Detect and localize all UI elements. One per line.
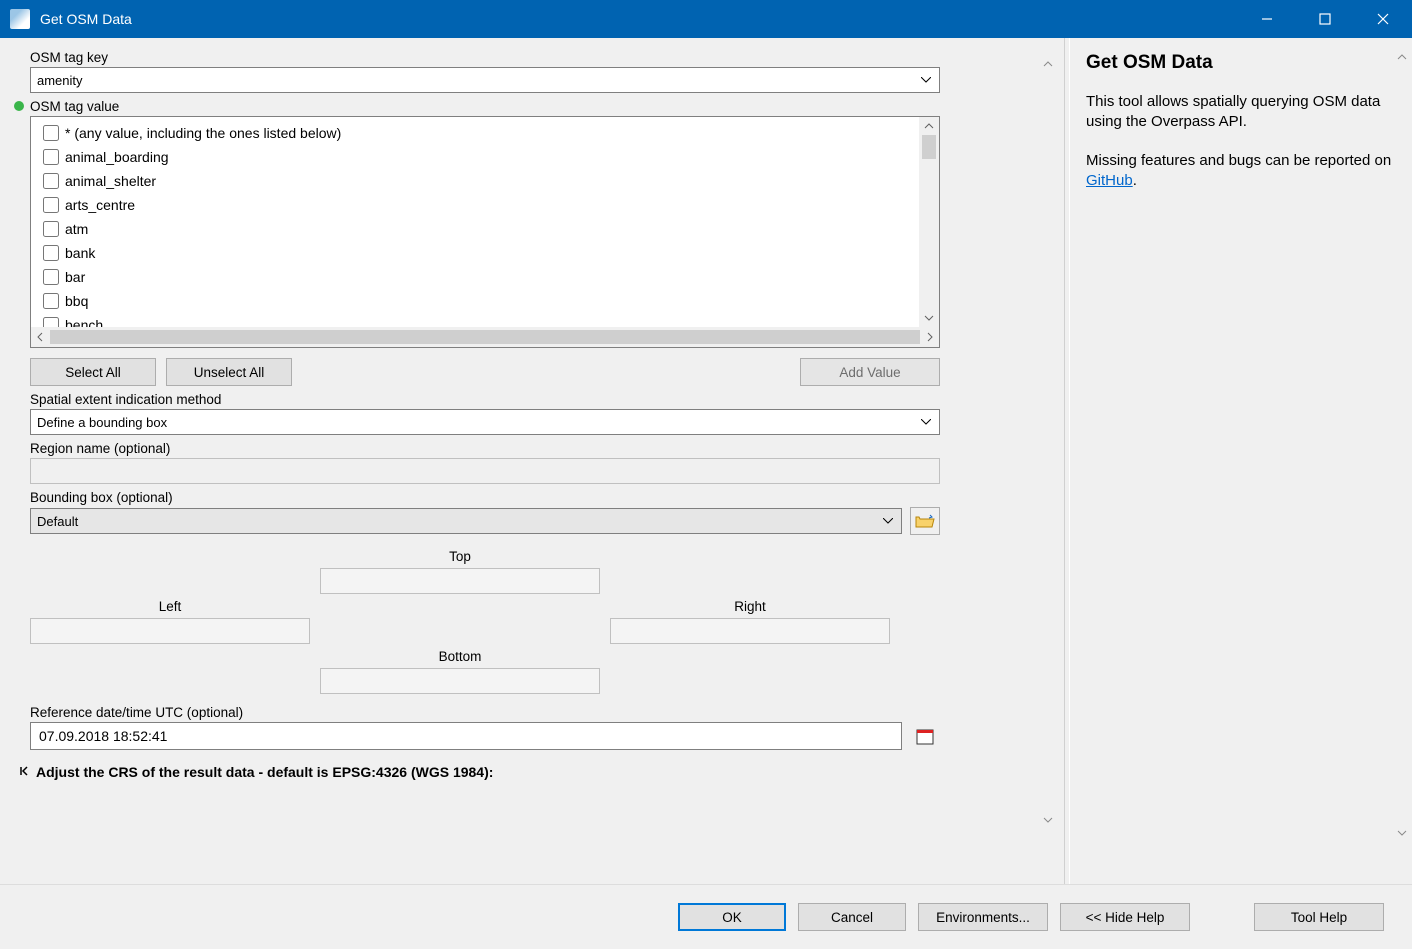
hide-help-button[interactable]: << Hide Help — [1060, 903, 1190, 931]
add-value-button[interactable]: Add Value — [800, 358, 940, 386]
tag-value-item[interactable]: * (any value, including the ones listed … — [43, 121, 931, 145]
checkbox[interactable] — [43, 149, 59, 165]
tag-value-item[interactable]: bar — [43, 265, 931, 289]
refdate-label: Reference date/time UTC (optional) — [30, 705, 940, 720]
bbox-value: Default — [37, 514, 881, 529]
client-area: OSM tag key amenity OSM tag value * (any… — [0, 38, 1412, 885]
item-label: bar — [65, 269, 85, 285]
calendar-button[interactable] — [910, 722, 940, 750]
minimize-button[interactable] — [1238, 0, 1296, 38]
expand-icon — [18, 764, 30, 780]
app-icon — [10, 9, 30, 29]
scroll-down-icon[interactable] — [1042, 814, 1054, 828]
spatial-method-combo[interactable]: Define a bounding box — [30, 409, 940, 435]
item-label: bbq — [65, 293, 88, 309]
bbox-bottom-input[interactable] — [320, 668, 600, 694]
chevron-down-icon — [919, 419, 933, 425]
scroll-thumb[interactable] — [922, 135, 936, 159]
help-pane: Get OSM Data This tool allows spatially … — [1070, 38, 1412, 884]
bbox-top-input[interactable] — [320, 568, 600, 594]
help-title: Get OSM Data — [1086, 52, 1396, 74]
help-scrollbar[interactable] — [1394, 50, 1410, 840]
scroll-down-icon[interactable] — [1396, 826, 1408, 840]
item-label: animal_shelter — [65, 173, 156, 189]
select-all-button[interactable]: Select All — [30, 358, 156, 386]
tag-value-item[interactable]: bbq — [43, 289, 931, 313]
item-label: bank — [65, 245, 95, 261]
region-input[interactable] — [30, 458, 940, 484]
checkbox[interactable] — [43, 221, 59, 237]
spatial-method-label: Spatial extent indication method — [30, 392, 940, 407]
bbox-left-label: Left — [30, 599, 310, 614]
tool-help-button[interactable]: Tool Help — [1254, 903, 1384, 931]
tag-key-combo[interactable]: amenity — [30, 67, 940, 93]
checkbox[interactable] — [43, 317, 59, 327]
tag-value-label: OSM tag value — [30, 99, 940, 114]
item-label: * (any value, including the ones listed … — [65, 125, 341, 141]
scroll-up-icon[interactable] — [920, 117, 938, 135]
crs-header: Adjust the CRS of the result data - defa… — [36, 764, 493, 780]
environments-button[interactable]: Environments... — [918, 903, 1048, 931]
ok-button[interactable]: OK — [678, 903, 786, 931]
help-text: This tool allows spatially querying OSM … — [1086, 92, 1396, 133]
unselect-all-button[interactable]: Unselect All — [166, 358, 292, 386]
checkbox[interactable] — [43, 293, 59, 309]
browse-button[interactable] — [910, 507, 940, 535]
bbox-right-label: Right — [610, 599, 890, 614]
scroll-up-icon[interactable] — [1042, 58, 1054, 72]
scroll-right-icon[interactable] — [921, 328, 939, 346]
checkbox[interactable] — [43, 245, 59, 261]
checkbox[interactable] — [43, 269, 59, 285]
checkbox[interactable] — [43, 173, 59, 189]
refdate-value: 07.09.2018 18:52:41 — [39, 728, 167, 744]
footer: OK Cancel Environments... << Hide Help T… — [0, 885, 1412, 949]
chevron-down-icon — [881, 518, 895, 524]
item-label: animal_boarding — [65, 149, 169, 165]
close-button[interactable] — [1354, 0, 1412, 38]
status-bullet-icon — [14, 101, 24, 111]
item-label: atm — [65, 221, 88, 237]
text: . — [1133, 172, 1137, 189]
window-title: Get OSM Data — [40, 11, 132, 27]
listbox-vscroll[interactable] — [919, 117, 939, 327]
region-label: Region name (optional) — [30, 441, 940, 456]
github-link[interactable]: GitHub — [1086, 172, 1133, 189]
tag-value-item[interactable]: arts_centre — [43, 193, 931, 217]
tag-key-value: amenity — [37, 73, 919, 88]
scroll-up-icon[interactable] — [1396, 50, 1408, 64]
cancel-button[interactable]: Cancel — [798, 903, 906, 931]
chevron-down-icon — [919, 77, 933, 83]
tag-key-label: OSM tag key — [30, 50, 940, 65]
scroll-down-icon[interactable] — [920, 309, 938, 327]
tag-value-item[interactable]: bank — [43, 241, 931, 265]
checkbox[interactable] — [43, 197, 59, 213]
bbox-right-input[interactable] — [610, 618, 890, 644]
maximize-button[interactable] — [1296, 0, 1354, 38]
spatial-method-value: Define a bounding box — [37, 415, 919, 430]
item-label: bench — [65, 317, 103, 327]
form-scrollbar[interactable] — [1038, 58, 1058, 828]
refdate-input[interactable]: 07.09.2018 18:52:41 — [30, 722, 902, 750]
titlebar: Get OSM Data — [0, 0, 1412, 38]
form-pane: OSM tag key amenity OSM tag value * (any… — [0, 38, 1064, 884]
bbox-combo[interactable]: Default — [30, 508, 902, 534]
bbox-top-label: Top — [320, 549, 600, 564]
checkbox[interactable] — [43, 125, 59, 141]
listbox-hscroll[interactable] — [31, 327, 939, 347]
tag-value-item[interactable]: animal_boarding — [43, 145, 931, 169]
tag-value-item[interactable]: atm — [43, 217, 931, 241]
text: Missing features and bugs can be reporte… — [1086, 152, 1391, 169]
help-text: Missing features and bugs can be reporte… — [1086, 151, 1396, 192]
bbox-bottom-label: Bottom — [320, 649, 600, 664]
tag-value-item[interactable]: animal_shelter — [43, 169, 931, 193]
tag-value-item[interactable]: bench — [43, 313, 931, 327]
bbox-left-input[interactable] — [30, 618, 310, 644]
bbox-label: Bounding box (optional) — [30, 490, 940, 505]
bbox-grid: Top Left Right Bottom — [30, 549, 940, 699]
scroll-thumb[interactable] — [50, 330, 920, 344]
scroll-left-icon[interactable] — [31, 328, 49, 346]
tag-value-list: * (any value, including the ones listed … — [30, 116, 940, 348]
item-label: arts_centre — [65, 197, 135, 213]
crs-expander[interactable]: Adjust the CRS of the result data - defa… — [18, 764, 940, 780]
